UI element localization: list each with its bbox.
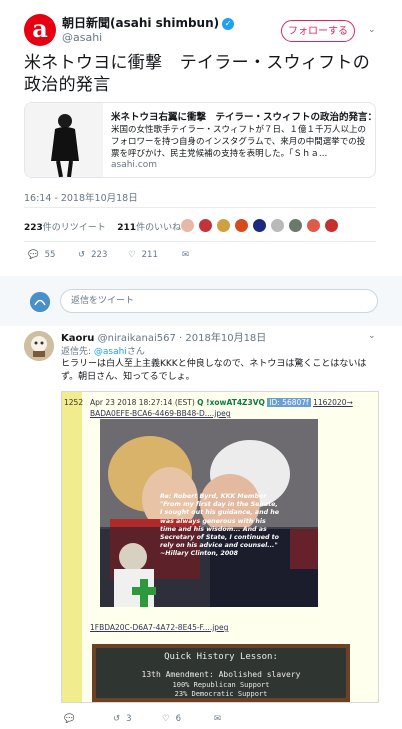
retweet-icon: ↺ [113, 714, 121, 724]
chalk-line: 23% Democratic Support [174, 690, 268, 698]
liker-avatar[interactable] [324, 218, 339, 233]
retweet-count: 223 [91, 250, 108, 260]
reply-date[interactable]: 2018年10月18日 [185, 333, 266, 344]
reply-icon: 💬 [64, 714, 75, 724]
engagement-stats: 223件のリツイート 211件のいいね [24, 220, 181, 233]
author-handle[interactable]: @asahi [62, 31, 102, 44]
author-name[interactable]: 朝日新聞(asahi shimbun) ✓ [62, 14, 235, 31]
card-domain: asahi.com [111, 160, 158, 170]
chevron-down-icon[interactable]: ⌄ [368, 331, 376, 341]
asahi-avatar[interactable]: a [24, 14, 56, 46]
liker-avatar[interactable] [180, 218, 195, 233]
heart-icon: ♡ [162, 714, 170, 724]
reply-icon: 💬 [28, 250, 39, 260]
chalk-title: Quick History Lesson: [164, 652, 278, 662]
retweet-action[interactable]: ↺ 223 [78, 250, 107, 260]
reply-author[interactable]: Kaoru @niraikanai567 · 2018年10月18日 [61, 329, 266, 344]
reply-input[interactable]: 返信をツイート [60, 289, 378, 313]
chevron-down-icon[interactable]: ⌄ [368, 25, 376, 35]
reply-author-name[interactable]: Kaoru [61, 333, 94, 344]
link-card[interactable]: 米ネトウヨ右翼に衝撃 テイラー・スウィフトの政治的発言：朝… 米国の女性歌手テイ… [24, 102, 376, 178]
reply-to-handle[interactable]: @asahi [94, 347, 127, 357]
envelope-icon: ✉ [182, 250, 190, 260]
chalkboard-image: Quick History Lesson: 13th Amendment: Ab… [92, 644, 350, 702]
message-action[interactable]: ✉ [214, 714, 221, 724]
liker-avatar[interactable] [306, 218, 321, 233]
reply-action[interactable]: 💬 55 [28, 250, 55, 260]
reply-to: 返信先: @asahiさん [61, 347, 145, 357]
like-count: 6 [175, 714, 182, 724]
reply-count: 55 [44, 250, 56, 260]
retweet-action[interactable]: ↺ 3 [113, 714, 132, 724]
like-action[interactable]: ♡ 211 [128, 250, 158, 260]
liker-avatar[interactable] [270, 218, 285, 233]
post-number: 1252 [64, 398, 84, 407]
like-action[interactable]: ♡ 6 [162, 714, 181, 724]
liker-avatar[interactable] [288, 218, 303, 233]
chalk-line: 13th Amendment: Abolished slavery [141, 670, 301, 679]
retweet-count: 3 [126, 714, 132, 724]
like-stat[interactable]: 211件のいいね [117, 223, 181, 233]
liker-avatar[interactable] [234, 218, 249, 233]
post-meta: Apr 23 2018 18:27:14 (EST) Q !xowAT4Z3VQ… [90, 398, 353, 407]
liker-avatar[interactable] [252, 218, 267, 233]
verified-icon: ✓ [222, 18, 235, 30]
reply-image[interactable]: 1252 Apr 23 2018 18:27:14 (EST) Q !xowAT… [61, 391, 379, 703]
reply-text: ヒラリーは白人至上主義KKKと仲良しなので、ネトウヨは驚くことはないはず。朝日さ… [61, 359, 367, 382]
divider [24, 241, 376, 242]
retweet-icon: ↺ [78, 250, 86, 260]
card-title: 米ネトウヨ右翼に衝撃 テイラー・スウィフトの政治的発言：朝… [111, 112, 371, 123]
retweet-stat[interactable]: 223件のリツイート [24, 223, 106, 233]
card-thumbnail [25, 103, 103, 177]
reply-action[interactable]: 💬 [64, 714, 75, 724]
heart-icon: ♡ [128, 250, 136, 260]
user-avatar [30, 292, 50, 312]
chalk-line: 100% Republican Support [172, 681, 270, 689]
liker-avatar[interactable] [198, 218, 213, 233]
like-count: 211 [141, 250, 158, 260]
message-action[interactable]: ✉ [182, 250, 189, 260]
divider [24, 207, 376, 208]
card-description: 米国の女性歌手テイラー・スウィフトが７日、１億１千万人以上のフォロワーを持つ自身… [111, 125, 367, 159]
liker-avatar[interactable] [216, 218, 231, 233]
envelope-icon: ✉ [214, 714, 222, 724]
photo-caption: Re: Robert Byrd, KKK Member "From my fir… [160, 493, 280, 558]
author-name-text[interactable]: 朝日新聞(asahi shimbun) [62, 16, 219, 30]
follow-button[interactable]: フォローする [281, 20, 355, 42]
kaoru-avatar[interactable] [24, 331, 54, 361]
side-bar [62, 392, 82, 702]
tweet-timestamp[interactable]: 16:14 - 2018年10月18日 [24, 190, 138, 204]
reply-author-handle[interactable]: @niraikanai567 [98, 333, 176, 344]
file-link[interactable]: BADA0EFE-BCA6-4469-BB48-D....jpeg [90, 409, 231, 418]
file-link[interactable]: 1FBDA20C-D6A7-4A72-8E45-F....jpeg [90, 623, 228, 632]
tweet-text: 米ネトウヨに衝撃 テイラー・スウィフトの政治的発言 [24, 53, 370, 95]
